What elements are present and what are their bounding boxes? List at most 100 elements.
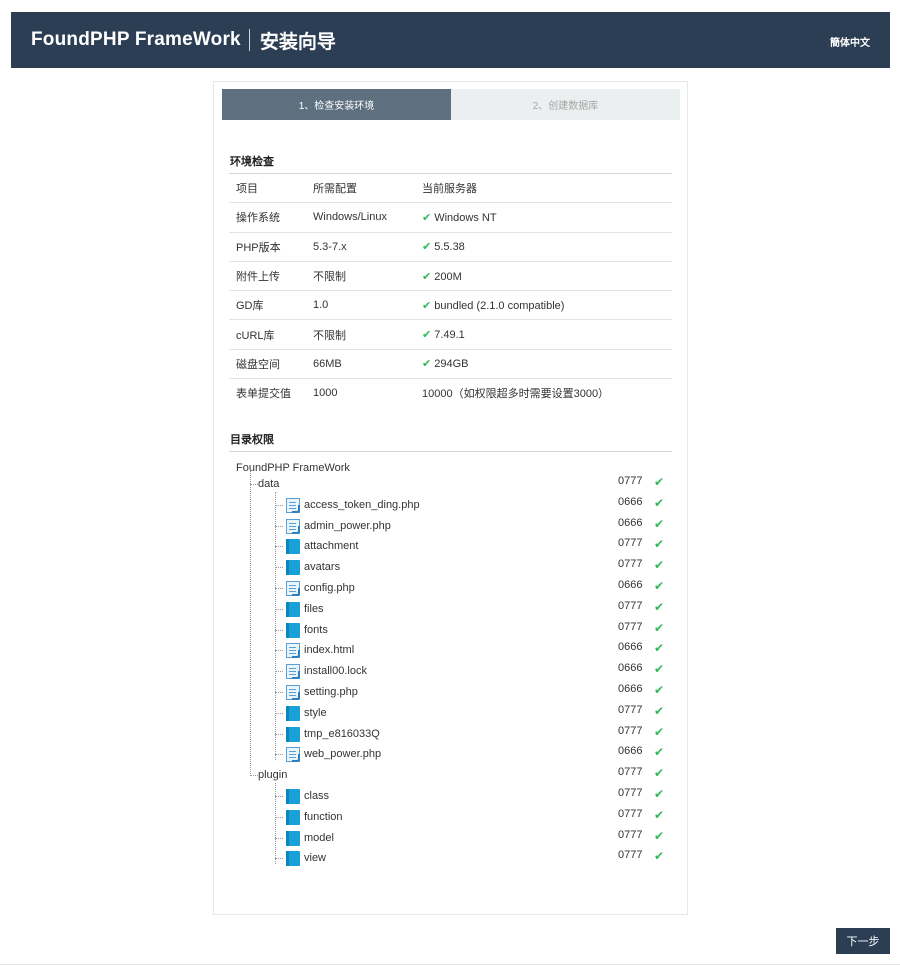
folder-icon bbox=[286, 622, 300, 638]
check-icon: ✔ bbox=[654, 620, 665, 635]
tree-connector bbox=[275, 712, 283, 714]
footer-divider bbox=[0, 964, 900, 965]
permission-value: 0666 bbox=[618, 495, 643, 508]
next-step-button[interactable]: 下一步 bbox=[836, 928, 890, 954]
folder-icon bbox=[286, 851, 300, 867]
check-icon: ✔ bbox=[654, 766, 665, 781]
check-icon: ✔ bbox=[654, 807, 665, 822]
tree-item[interactable]: style bbox=[304, 704, 327, 722]
brand-name: FoundPHP FrameWork bbox=[31, 29, 241, 50]
tree-connector bbox=[275, 733, 283, 735]
tree-connector bbox=[275, 504, 283, 506]
tree-item[interactable]: install00.lock bbox=[304, 662, 367, 680]
permission-value: 0666 bbox=[618, 745, 643, 758]
tree-connector bbox=[250, 469, 251, 777]
permission-value: 0777 bbox=[618, 849, 643, 862]
tree-connector bbox=[275, 546, 283, 548]
tree-item[interactable]: function bbox=[304, 808, 343, 826]
check-icon: ✔ bbox=[654, 516, 665, 531]
check-icon: ✔ bbox=[654, 703, 665, 718]
directory-tree: FoundPHP FrameWork data 0777 ✔ access_token_… bbox=[214, 82, 689, 916]
permission-value: 0777 bbox=[618, 558, 643, 571]
check-icon: ✔ bbox=[654, 724, 665, 739]
permission-value: 0777 bbox=[618, 703, 643, 716]
file-icon bbox=[286, 664, 300, 680]
file-icon bbox=[286, 685, 300, 700]
file-icon bbox=[286, 518, 300, 534]
tree-connector bbox=[275, 858, 283, 860]
tree-connector bbox=[275, 525, 283, 527]
permission-value: 0666 bbox=[618, 662, 643, 675]
permission-value: 0777 bbox=[618, 787, 643, 799]
folder-icon bbox=[286, 705, 300, 721]
check-icon: ✔ bbox=[654, 579, 665, 593]
tree-root: FoundPHP FrameWork bbox=[236, 462, 350, 474]
check-icon: ✔ bbox=[654, 475, 665, 489]
top-header: FoundPHP FrameWork 安装向导 簡体中文 bbox=[11, 12, 890, 68]
tree-item[interactable]: model bbox=[304, 829, 334, 847]
tree-item[interactable]: files bbox=[304, 600, 324, 618]
check-icon: ✔ bbox=[654, 745, 665, 760]
permission-value: 0666 bbox=[618, 579, 643, 591]
permission-value: 0777 bbox=[618, 828, 643, 841]
check-icon: ✔ bbox=[654, 849, 665, 864]
tree-connector bbox=[275, 629, 283, 631]
permission-value: 0777 bbox=[618, 724, 643, 737]
tree-connector bbox=[275, 816, 283, 818]
check-icon: ✔ bbox=[654, 683, 665, 697]
folder-icon bbox=[286, 601, 300, 617]
folder-icon bbox=[286, 789, 300, 804]
permission-value: 0777 bbox=[618, 599, 643, 612]
tree-item[interactable]: config.php bbox=[304, 579, 355, 597]
tree-item[interactable]: admin_power.php bbox=[304, 517, 391, 535]
tree-item[interactable]: access_token_ding.php bbox=[304, 496, 420, 514]
tree-item[interactable]: avatars bbox=[304, 558, 340, 576]
tree-item[interactable]: setting.php bbox=[304, 683, 358, 701]
tree-connector bbox=[275, 837, 283, 839]
permission-value: 0666 bbox=[618, 683, 643, 695]
check-icon: ✔ bbox=[654, 558, 665, 573]
permission-value: 0666 bbox=[618, 641, 643, 654]
language-switch[interactable]: 簡体中文 bbox=[830, 34, 870, 49]
permission-value: 0777 bbox=[618, 807, 643, 820]
check-icon: ✔ bbox=[654, 537, 665, 552]
tree-item[interactable]: class bbox=[304, 787, 329, 805]
tree-item[interactable]: index.html bbox=[304, 641, 354, 659]
tree-connector bbox=[275, 754, 283, 756]
tree-item[interactable]: tmp_e816033Q bbox=[304, 725, 380, 743]
page-title: 安装向导 bbox=[259, 31, 336, 53]
check-icon: ✔ bbox=[654, 787, 665, 801]
tree-folder-plugin[interactable]: plugin bbox=[258, 766, 287, 784]
check-icon: ✔ bbox=[654, 662, 665, 677]
tree-connector bbox=[250, 775, 258, 777]
tree-connector bbox=[275, 650, 283, 652]
install-panel: 1、检查安装环境 2、创建数据库 环境检查 项目 所需配置 当前服务器 操作系统… bbox=[213, 81, 688, 915]
check-icon: ✔ bbox=[654, 495, 665, 510]
tree-connector bbox=[275, 783, 276, 865]
file-icon bbox=[286, 497, 300, 513]
permission-value: 0777 bbox=[618, 537, 643, 550]
tree-connector bbox=[275, 671, 283, 673]
tree-item[interactable]: web_power.php bbox=[304, 745, 381, 763]
tree-connector bbox=[250, 484, 258, 485]
folder-icon bbox=[286, 560, 300, 576]
tree-folder-data[interactable]: data bbox=[258, 475, 279, 493]
tree-item[interactable]: attachment bbox=[304, 537, 358, 555]
tree-item[interactable]: fonts bbox=[304, 621, 328, 639]
folder-icon bbox=[286, 809, 300, 825]
tree-item[interactable]: view bbox=[304, 849, 326, 867]
tree-connector bbox=[275, 608, 283, 610]
brand-divider bbox=[248, 29, 250, 51]
file-icon bbox=[286, 747, 300, 763]
check-icon: ✔ bbox=[654, 599, 665, 614]
permission-value: 0666 bbox=[618, 516, 643, 529]
check-icon: ✔ bbox=[654, 641, 665, 656]
file-icon bbox=[286, 581, 300, 596]
tree-connector bbox=[275, 567, 283, 569]
tree-connector bbox=[275, 588, 283, 589]
tree-connector bbox=[275, 796, 283, 797]
permission-value: 0777 bbox=[618, 766, 643, 779]
brand: FoundPHP FrameWork 安装向导 bbox=[31, 27, 336, 53]
folder-icon bbox=[286, 539, 300, 555]
file-icon bbox=[286, 643, 300, 659]
